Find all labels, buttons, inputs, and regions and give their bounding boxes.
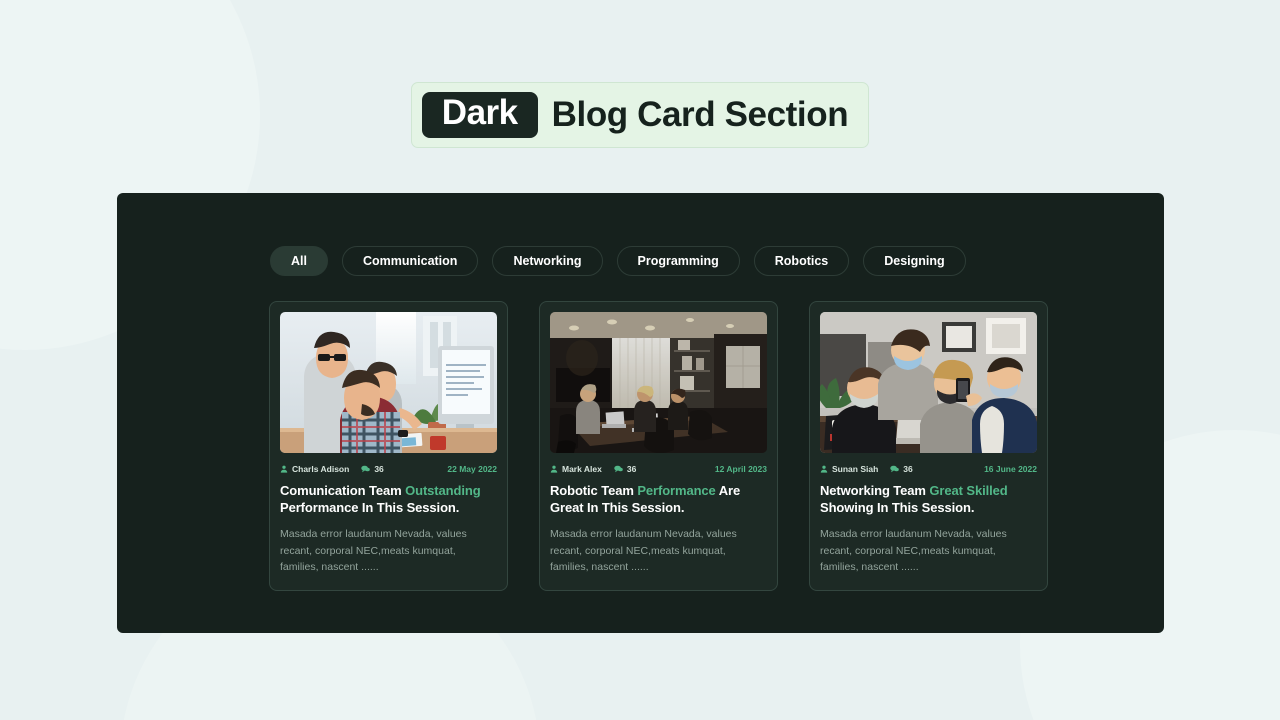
card-title-highlight: Performance: [637, 483, 716, 498]
card-author-name: Sunan Siah: [832, 464, 879, 474]
conference-room-photo: [550, 312, 767, 453]
page-title: Blog Card Section: [551, 94, 849, 134]
card-comments: 36: [361, 464, 384, 474]
card-thumbnail[interactable]: [820, 312, 1037, 453]
card-title: Robotic Team Performance Are Great In Th…: [550, 483, 767, 516]
card-comments: 36: [614, 464, 636, 474]
masked-team-photo: [820, 312, 1037, 453]
filter-tab-label: Designing: [884, 254, 945, 268]
card-title: Comunication Team Outstanding Performanc…: [280, 483, 497, 516]
card-date: 22 May 2022: [447, 464, 497, 474]
title-badge: Dark Blog Card Section: [410, 82, 870, 148]
comment-icon: [361, 465, 371, 473]
card-author: Sunan Siah: [820, 464, 878, 474]
card-title-post: Showing In This Session.: [820, 499, 975, 515]
blog-card[interactable]: Sunan Siah 36 16 June 2022 Networking Te…: [809, 301, 1048, 591]
blog-panel: All Communication Networking Programming…: [117, 193, 1164, 633]
card-comment-count: 36: [374, 464, 384, 474]
card-title: Networking Team Great Skilled Showing In…: [820, 483, 1037, 516]
card-author: Charls Adison: [280, 464, 349, 474]
card-date: 16 June 2022: [984, 464, 1037, 474]
card-excerpt: Masada error laudanum Nevada, values rec…: [280, 528, 467, 574]
filter-tab-label: All: [291, 254, 307, 268]
card-excerpt: Masada error laudanum Nevada, values rec…: [550, 528, 737, 574]
card-excerpt: Masada error laudanum Nevada, values rec…: [820, 528, 1007, 574]
card-title-highlight: Great Skilled: [929, 483, 1008, 498]
filter-tab-all[interactable]: All: [270, 246, 328, 276]
blog-card[interactable]: Mark Alex 36 12 April 2023 Robotic Team …: [539, 301, 778, 591]
card-date: 12 April 2023: [714, 464, 767, 474]
filter-tab-networking[interactable]: Networking: [492, 246, 603, 276]
card-title-pre: Comunication Team: [280, 483, 406, 498]
filter-tab-robotics[interactable]: Robotics: [753, 246, 850, 276]
filter-tab-label: Networking: [513, 254, 582, 268]
card-comment-count: 36: [626, 464, 637, 474]
user-icon: [820, 465, 828, 473]
filter-tab-label: Robotics: [774, 254, 829, 268]
card-author-name: Charls Adison: [292, 464, 350, 474]
comment-icon: [614, 465, 623, 473]
card-meta: Sunan Siah 36 16 June 2022: [820, 464, 1037, 474]
blog-card[interactable]: Charls Adison 36 22 May 2022 Comunicatio…: [269, 301, 508, 591]
card-title-post: Performance In This Session.: [280, 499, 460, 515]
card-title-pre: Robotic Team: [550, 483, 638, 498]
user-icon: [550, 465, 558, 473]
user-icon: [280, 465, 288, 473]
card-thumbnail[interactable]: [550, 312, 767, 453]
card-meta: Mark Alex 36 12 April 2023: [550, 464, 767, 474]
card-thumbnail[interactable]: [280, 312, 497, 453]
card-comments: 36: [890, 464, 913, 474]
filter-tab-programming[interactable]: Programming: [616, 246, 740, 276]
card-title-pre: Networking Team: [820, 483, 930, 498]
badge-prefix: Dark: [421, 92, 538, 138]
filter-tab-designing[interactable]: Designing: [863, 246, 966, 276]
filter-tab-communication[interactable]: Communication: [341, 246, 479, 276]
filter-tab-label: Programming: [637, 254, 719, 268]
card-author: Mark Alex: [550, 464, 602, 474]
card-author-name: Mark Alex: [562, 464, 602, 474]
office-desk-photo: [280, 312, 497, 453]
card-meta: Charls Adison 36 22 May 2022: [280, 464, 497, 474]
card-title-highlight: Outstanding: [405, 483, 481, 498]
filter-tab-bar: All Communication Networking Programming…: [117, 193, 1164, 276]
page-header: Dark Blog Card Section: [0, 82, 1280, 148]
comment-icon: [890, 465, 900, 473]
card-comment-count: 36: [903, 464, 913, 474]
filter-tab-label: Communication: [362, 254, 458, 268]
blog-card-list: Charls Adison 36 22 May 2022 Comunicatio…: [117, 276, 1164, 591]
